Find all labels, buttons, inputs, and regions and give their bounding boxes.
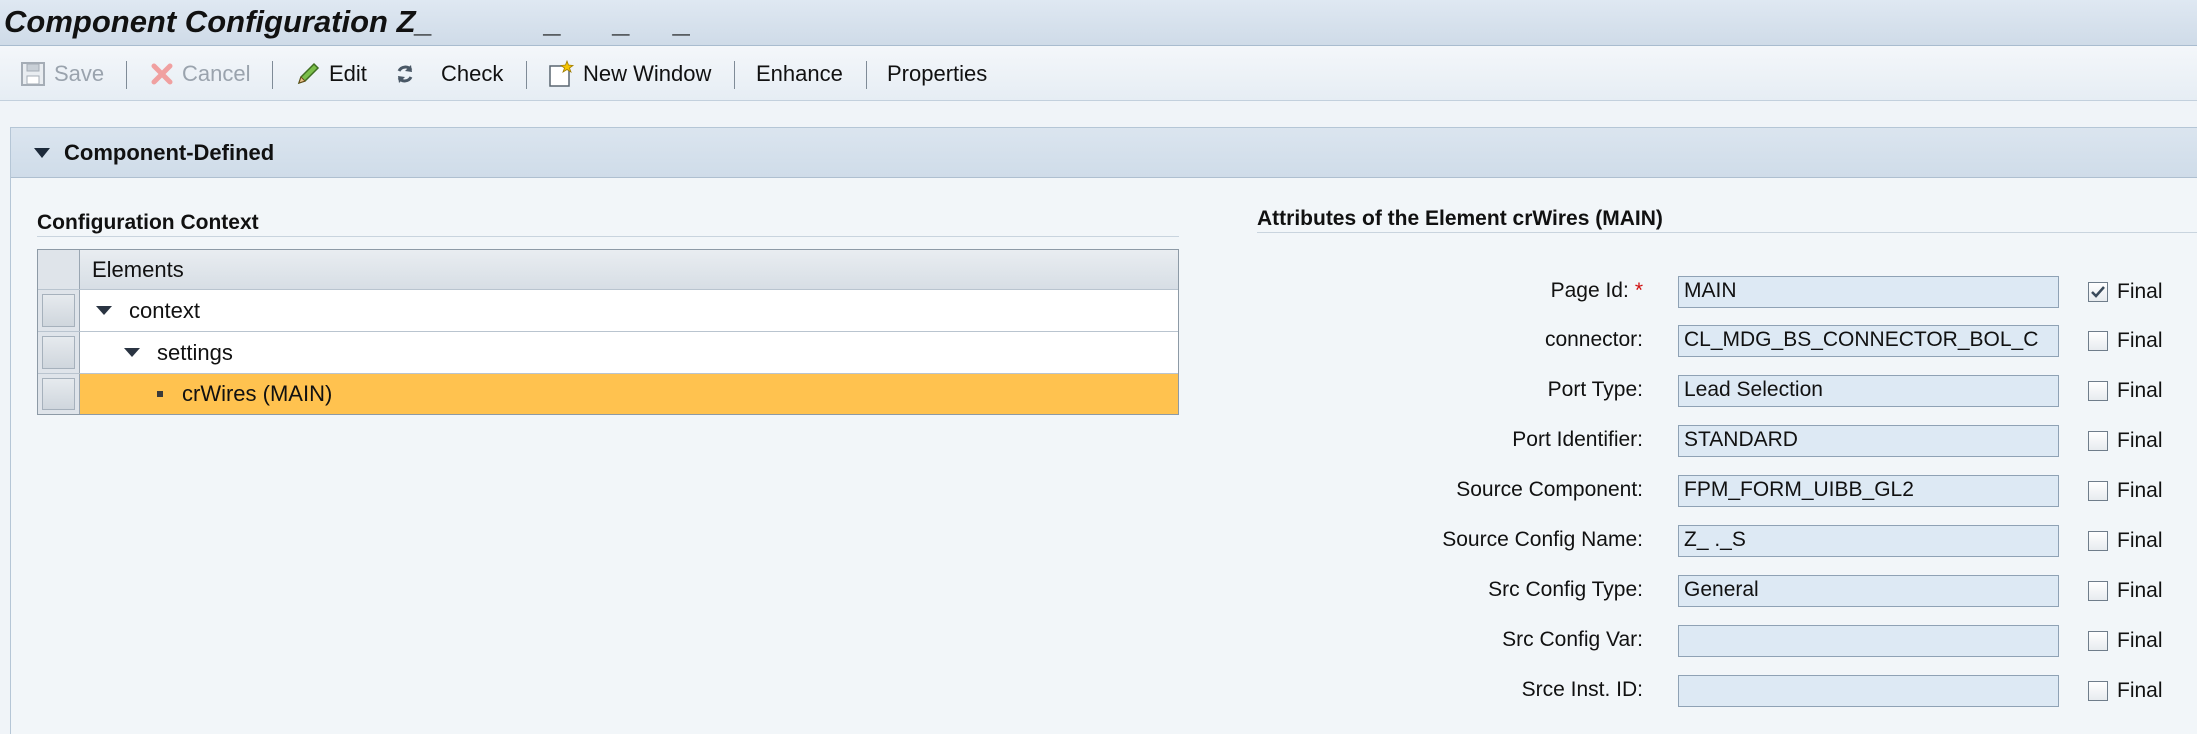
tree-header-row: Elements (38, 250, 1178, 290)
connector-field[interactable]: CL_MDG_BS_CONNECTOR_BOL_C (1678, 325, 2059, 357)
save-icon (20, 61, 46, 87)
row-selector[interactable] (38, 290, 80, 331)
checkmark-icon (2091, 286, 2105, 298)
cancel-icon (150, 62, 174, 86)
tree-node-label[interactable]: settings (157, 340, 233, 366)
edit-label: Edit (329, 60, 367, 86)
src-config-type-label: Src Config Type: (1488, 578, 1643, 601)
check-button[interactable]: Check (393, 46, 503, 101)
select-all-cell[interactable] (38, 250, 80, 289)
toolbar-divider (526, 61, 527, 89)
checkbox[interactable] (2088, 531, 2108, 551)
source-config-name-label: Source Config Name: (1442, 528, 1643, 551)
page-id-field[interactable]: MAIN (1678, 276, 2059, 308)
port-type-label: Port Type: (1547, 378, 1643, 401)
toolbar: Save Cancel Edit Check New Window Enhanc… (0, 46, 2197, 101)
srce-inst-id-field[interactable] (1678, 675, 2059, 707)
edit-button[interactable]: Edit (295, 46, 367, 101)
row-selector[interactable] (38, 374, 80, 414)
enhance-button[interactable]: Enhance (756, 46, 843, 101)
page-id-label: Page Id: * (1550, 279, 1643, 302)
src-config-type-field[interactable]: General (1678, 575, 2059, 607)
checkbox[interactable] (2088, 681, 2108, 701)
final-label: Final (2117, 679, 2163, 702)
collapse-icon[interactable] (34, 147, 50, 158)
final-checkbox-page-id[interactable]: Final (2088, 280, 2163, 304)
toolbar-divider (126, 61, 127, 89)
checkbox[interactable] (2088, 331, 2108, 351)
source-config-name-field[interactable]: Z_ ._S (1678, 525, 2059, 557)
source-component-field[interactable]: FPM_FORM_UIBB_GL2 (1678, 475, 2059, 507)
save-label: Save (54, 60, 105, 86)
new-window-button[interactable]: New Window (547, 46, 711, 101)
required-indicator: * (1634, 279, 1643, 302)
cancel-button[interactable]: Cancel (150, 46, 250, 101)
final-label: Final (2117, 629, 2163, 652)
page-title: Component Configuration Z_ _ _ _ (4, 4, 692, 39)
tree-row[interactable]: context (38, 290, 1178, 332)
final-checkbox-srce-inst-id[interactable]: Final (2088, 679, 2163, 703)
final-label: Final (2117, 529, 2163, 552)
final-label: Final (2117, 479, 2163, 502)
tree-node-label[interactable]: context (129, 298, 200, 324)
final-checkbox-src-config-type[interactable]: Final (2088, 579, 2163, 603)
port-identifier-label: Port Identifier: (1512, 428, 1643, 451)
enhance-label: Enhance (756, 60, 843, 86)
new-window-label: New Window (583, 60, 712, 86)
cancel-label: Cancel (182, 60, 251, 86)
elements-tree-table: Elements context settings crWires (MAIN) (37, 249, 1179, 415)
checkbox[interactable] (2088, 381, 2108, 401)
check-label: Check (441, 60, 504, 86)
final-checkbox-src-config-var[interactable]: Final (2088, 629, 2163, 653)
checkbox[interactable] (2088, 431, 2108, 451)
final-label: Final (2117, 429, 2163, 452)
save-button[interactable]: Save (20, 46, 104, 101)
leaf-bullet-icon (157, 391, 163, 397)
attributes-title: Attributes of the Element crWires (MAIN) (1257, 207, 1663, 230)
final-label: Final (2117, 579, 2163, 602)
final-label: Final (2117, 379, 2163, 402)
final-label: Final (2117, 329, 2163, 352)
refresh-icon (393, 62, 417, 86)
new-window-icon (547, 59, 575, 88)
title-bar: Component Configuration Z_ _ _ _ (0, 0, 2197, 46)
final-label: Final (2117, 280, 2163, 303)
divider (37, 236, 1179, 237)
tree-node-label[interactable]: crWires (MAIN) (182, 381, 332, 407)
expand-icon[interactable] (124, 348, 140, 357)
source-component-label: Source Component: (1456, 478, 1643, 501)
port-identifier-field[interactable]: STANDARD (1678, 425, 2059, 457)
src-config-var-label: Src Config Var: (1502, 628, 1643, 651)
toolbar-divider (272, 61, 273, 89)
checkbox[interactable] (2088, 481, 2108, 501)
checkbox[interactable] (2088, 282, 2108, 302)
checkbox[interactable] (2088, 581, 2108, 601)
final-checkbox-source-component[interactable]: Final (2088, 479, 2163, 503)
final-checkbox-connector[interactable]: Final (2088, 329, 2163, 353)
toolbar-divider (866, 61, 867, 89)
panel-title: Component-Defined (64, 139, 275, 165)
configuration-context-title: Configuration Context (37, 211, 259, 234)
final-checkbox-source-config-name[interactable]: Final (2088, 529, 2163, 553)
expand-icon[interactable] (96, 306, 112, 315)
tree-row-selected[interactable]: crWires (MAIN) (38, 374, 1178, 414)
final-checkbox-port-identifier[interactable]: Final (2088, 429, 2163, 453)
final-checkbox-port-type[interactable]: Final (2088, 379, 2163, 403)
toolbar-divider (734, 61, 735, 89)
srce-inst-id-label: Srce Inst. ID: (1521, 678, 1643, 701)
panel-header[interactable]: Component-Defined (11, 128, 2197, 178)
properties-label: Properties (887, 60, 988, 86)
properties-button[interactable]: Properties (887, 46, 987, 101)
row-selector[interactable] (38, 332, 80, 373)
tree-row[interactable]: settings (38, 332, 1178, 374)
column-header-elements: Elements (92, 256, 184, 282)
connector-label: connector: (1544, 328, 1643, 351)
pencil-icon (295, 61, 321, 87)
src-config-var-field[interactable] (1678, 625, 2059, 657)
checkbox[interactable] (2088, 631, 2108, 651)
divider (1257, 232, 2197, 233)
port-type-field[interactable]: Lead Selection (1678, 375, 2059, 407)
